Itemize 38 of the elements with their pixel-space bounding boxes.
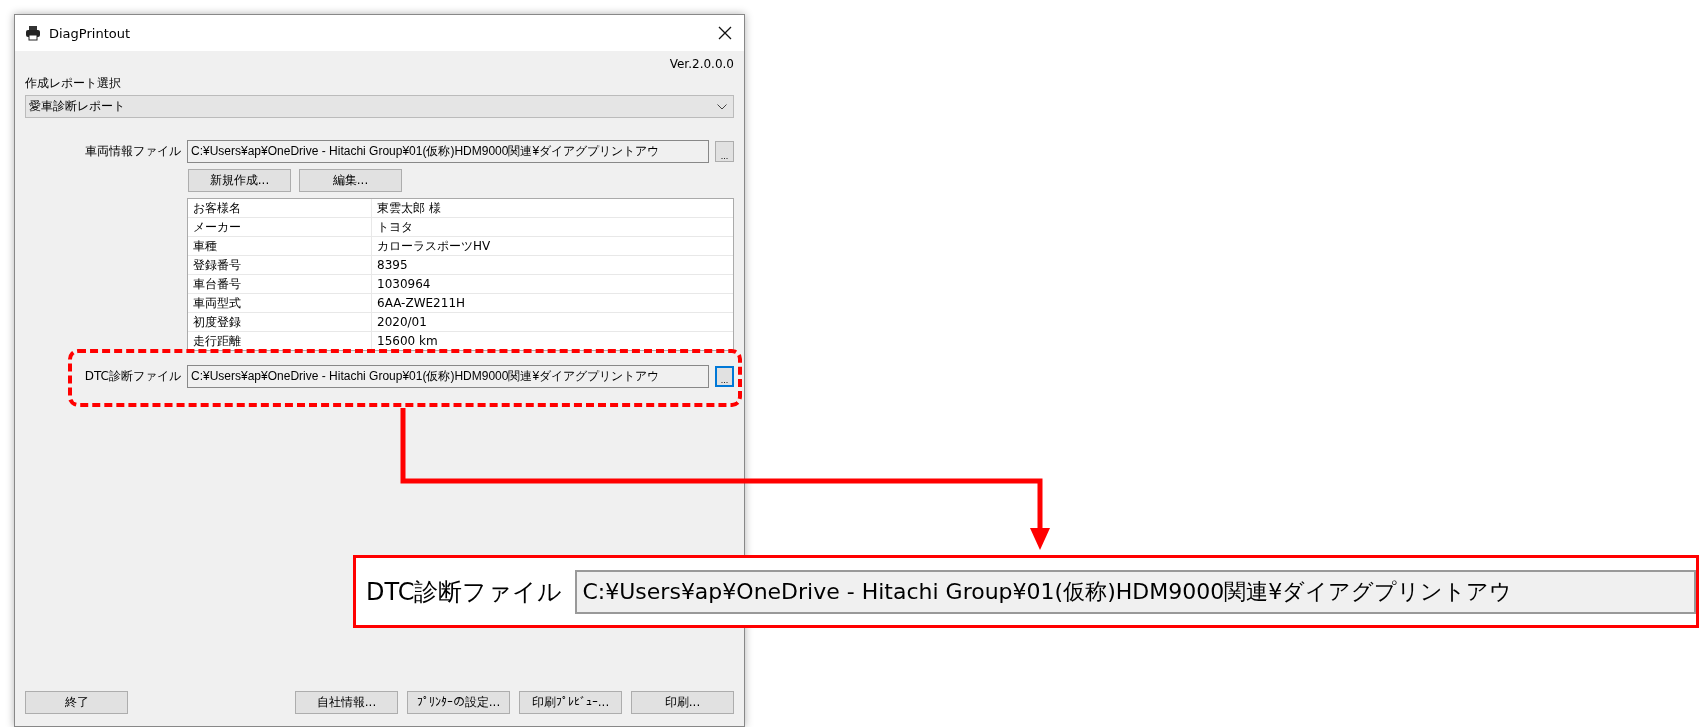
- dtc-file-label: DTC診断ファイル: [366, 576, 563, 608]
- vehicle-file-field[interactable]: C:¥Users¥ap¥OneDrive - Hitachi Group¥01(仮称)HDM9000関連¥ダイアグプリントアウ: [187, 140, 709, 163]
- vehicle-file-button[interactable]: 新規作成...: [188, 169, 291, 192]
- table-cell: 初度登録: [188, 313, 372, 331]
- dtc-file-label: DTC診断ファイル: [83, 368, 181, 385]
- browse-button[interactable]: ...: [715, 141, 734, 162]
- table-cell-text: 東雲太郎 様: [376, 199, 441, 217]
- dtc-file-field: C:¥Users¥ap¥OneDrive - Hitachi Group¥01(仮称)HDM9000関連¥ダイアグプリントアウ: [574, 569, 1696, 614]
- report-label: 作成レポート選択: [25, 75, 122, 92]
- table-cell: 車種: [188, 237, 372, 255]
- table-cell: メーカー: [188, 218, 372, 236]
- table-cell-text: 6AA-ZWE211H: [376, 295, 466, 312]
- window-title: DiagPrintout: [49, 25, 132, 41]
- browse-button[interactable]: ...: [715, 366, 734, 387]
- report-dropdown[interactable]: 愛車診断レポート: [25, 95, 734, 118]
- table-cell: 車台番号: [188, 275, 372, 293]
- footer-button[interactable]: ﾌﾟﾘﾝﾀｰの設定...: [407, 691, 510, 714]
- footer-button[interactable]: 自社情報...: [295, 691, 398, 714]
- table-cell-text: 2020/01: [376, 314, 427, 331]
- table-cell-text: 8395: [376, 257, 408, 274]
- footer-button[interactable]: 終了: [25, 691, 128, 714]
- table-cell-text: 1030964: [376, 276, 431, 293]
- chevron-down-icon: [717, 103, 727, 110]
- table-cell-text: トヨタ: [376, 218, 413, 236]
- printer-icon: [25, 25, 41, 41]
- table-cell-text: カローラスポーツHV: [376, 237, 491, 255]
- table-cell-text: 15600 km: [376, 333, 438, 350]
- dtc-file-field[interactable]: C:¥Users¥ap¥OneDrive - Hitachi Group¥01(仮称)HDM9000関連¥ダイアグプリントアウ: [187, 365, 709, 388]
- vehicle-file-label: 車両情報ファイル: [84, 143, 181, 160]
- table-cell: お客様名: [188, 199, 372, 217]
- footer-button[interactable]: 印刷...: [631, 691, 734, 714]
- table-cell: 登録番号: [188, 256, 372, 274]
- close-icon[interactable]: [718, 26, 732, 40]
- table-cell: 走行距離: [188, 332, 372, 350]
- vehicle-file-button[interactable]: 編集...: [299, 169, 402, 192]
- footer-button[interactable]: 印刷ﾌﾟﾚﾋﾞｭｰ...: [519, 691, 622, 714]
- version-label: Ver.2.0.0.0: [669, 57, 734, 71]
- table-cell: 車両型式: [188, 294, 372, 312]
